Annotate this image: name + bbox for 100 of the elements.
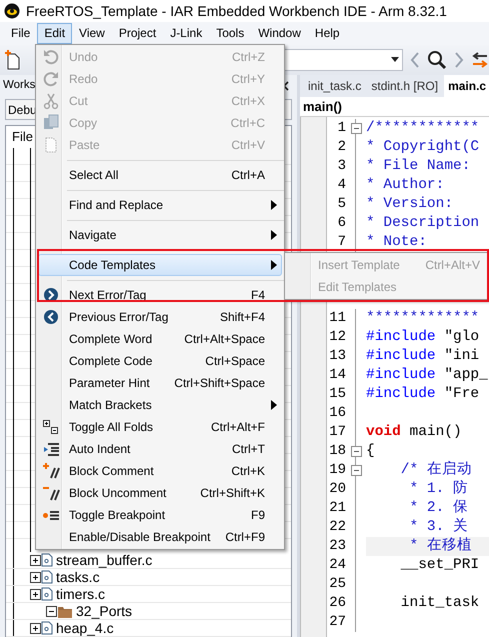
line-number: 23 [328, 537, 346, 556]
line-number: 19 [328, 461, 346, 480]
line-number: 3 [336, 157, 346, 176]
submenu-arrow-icon [271, 400, 277, 410]
window-title: FreeRTOS_Template - IAR Embedded Workbench IDE - Arm 8.32.1 [26, 2, 447, 21]
code-line: { [366, 442, 376, 461]
fold-icon[interactable] [350, 123, 362, 134]
line-number: 5 [336, 195, 346, 214]
menu-item[interactable]: File [4, 23, 38, 44]
menu-item[interactable]: Navigate [38, 224, 282, 246]
submenu-arrow-icon [271, 230, 277, 240]
undo-icon [42, 48, 60, 66]
redo-icon [42, 70, 60, 88]
menu-item[interactable]: Auto Indent Ctrl+T [38, 438, 282, 460]
menu-item[interactable]: Window [251, 23, 308, 44]
expand-icon[interactable] [30, 572, 41, 582]
menu-item[interactable]: Toggle Breakpoint F9 [38, 504, 282, 526]
swap-icon[interactable] [471, 51, 489, 69]
menu-item[interactable]: Complete Code Ctrl+Space [38, 350, 282, 372]
menu-item[interactable]: Complete Word Ctrl+Alt+Space [38, 328, 282, 350]
line-number: 6 [336, 214, 346, 233]
menu-item[interactable]: Find and Replace [38, 194, 282, 216]
code-line: #include "app_ [366, 366, 489, 385]
code-line: * Version: [366, 195, 454, 214]
menu-item[interactable]: Toggle All Folds Ctrl+Alt+F [38, 416, 282, 438]
line-number: 27 [328, 613, 346, 632]
menu-item[interactable]: Block Uncomment Ctrl+Shift+K [38, 482, 282, 504]
tree-row[interactable]: heap_4.c [6, 620, 291, 637]
code-line: init_task [400, 594, 480, 613]
function-label: main() [303, 99, 342, 114]
folder-icon [57, 604, 73, 618]
menu-item[interactable]: View [72, 23, 112, 44]
code-line: * Author: [366, 176, 446, 195]
menu-item[interactable]: Match Brackets [38, 394, 282, 416]
file-tab[interactable]: main.c [444, 75, 489, 97]
menu-item[interactable]: Select All Ctrl+A [38, 164, 282, 186]
line-number: 1 [336, 119, 346, 138]
app-icon [4, 3, 20, 19]
menu-item[interactable]: Help [308, 23, 347, 44]
code-line: * 1. 防 [408, 480, 470, 499]
expand-icon[interactable] [30, 588, 41, 600]
dropdown-arrow-icon[interactable] [391, 57, 399, 63]
column-header: File [12, 128, 33, 146]
cut-icon [42, 92, 60, 110]
line-number: 26 [328, 594, 346, 613]
code-line: * 2. 保 [408, 499, 470, 518]
menu-item[interactable]: Tools [209, 23, 252, 44]
tree-row[interactable]: tasks.c [6, 569, 291, 586]
menu-item[interactable]: Code Templates [38, 254, 282, 276]
line-number: 21 [328, 499, 346, 518]
expand-icon[interactable] [30, 554, 41, 566]
line-number: 7 [336, 233, 346, 252]
line-number: 22 [328, 518, 346, 537]
collapse-icon[interactable] [46, 606, 57, 616]
code-line: #include "Fre [366, 385, 480, 404]
line-number: 15 [328, 385, 346, 404]
line-number: 11 [328, 309, 346, 328]
code-line: void main() [366, 423, 463, 442]
file-tab[interactable]: stdint.h [RO] [367, 75, 442, 97]
file-tab[interactable]: init_task.c [304, 75, 366, 97]
code-line: * Description [366, 214, 480, 233]
line-number: 25 [328, 575, 346, 594]
code-line: * Note: [366, 233, 428, 252]
line-number: 16 [328, 404, 346, 423]
fold-icon[interactable] [350, 465, 362, 476]
code-line: * 3. 关 [408, 518, 470, 537]
code-line: * Copyright(C [366, 138, 480, 157]
fold-icon[interactable] [350, 446, 362, 457]
code-line: __set_PRI [400, 556, 480, 575]
copy-icon [42, 114, 60, 132]
expand-icon[interactable] [30, 622, 41, 634]
line-number: 14 [328, 366, 346, 385]
submenu-arrow-icon [271, 200, 277, 210]
line-number: 18 [328, 442, 346, 461]
menu-item[interactable]: Previous Error/Tag Shift+F4 [38, 306, 282, 328]
tree-row[interactable]: timers.c [6, 586, 291, 603]
line-number: 24 [328, 556, 346, 575]
new-file-icon[interactable] [4, 50, 20, 70]
comment-icon [42, 462, 60, 480]
search-icon[interactable] [427, 50, 447, 70]
code-line: #include "glo [366, 328, 480, 347]
c-file-icon [41, 553, 53, 567]
menu-item[interactable]: J-Link [163, 23, 210, 44]
menu-item[interactable]: Edit [37, 23, 72, 44]
code-line: * File Name: [366, 157, 472, 176]
indent-icon [42, 440, 60, 458]
code-line: ************* [366, 309, 480, 328]
menu-item[interactable]: Block Comment Ctrl+K [38, 460, 282, 482]
tree-row[interactable]: stream_buffer.c [6, 552, 291, 569]
fold-toggle-icon [42, 418, 60, 436]
submenu-arrow-icon [271, 260, 277, 270]
uncomment-icon [42, 484, 60, 502]
line-number: 13 [328, 347, 346, 366]
line-number: 2 [336, 138, 346, 157]
menu-item[interactable]: Enable/Disable Breakpoint Ctrl+F9 [38, 526, 282, 548]
menu-item[interactable]: Project [112, 23, 164, 44]
tree-row[interactable]: 32_Ports [6, 603, 291, 620]
menu-item[interactable]: Parameter Hint Ctrl+Shift+Space [38, 372, 282, 394]
c-file-icon [41, 570, 53, 584]
line-number: 4 [336, 176, 346, 195]
